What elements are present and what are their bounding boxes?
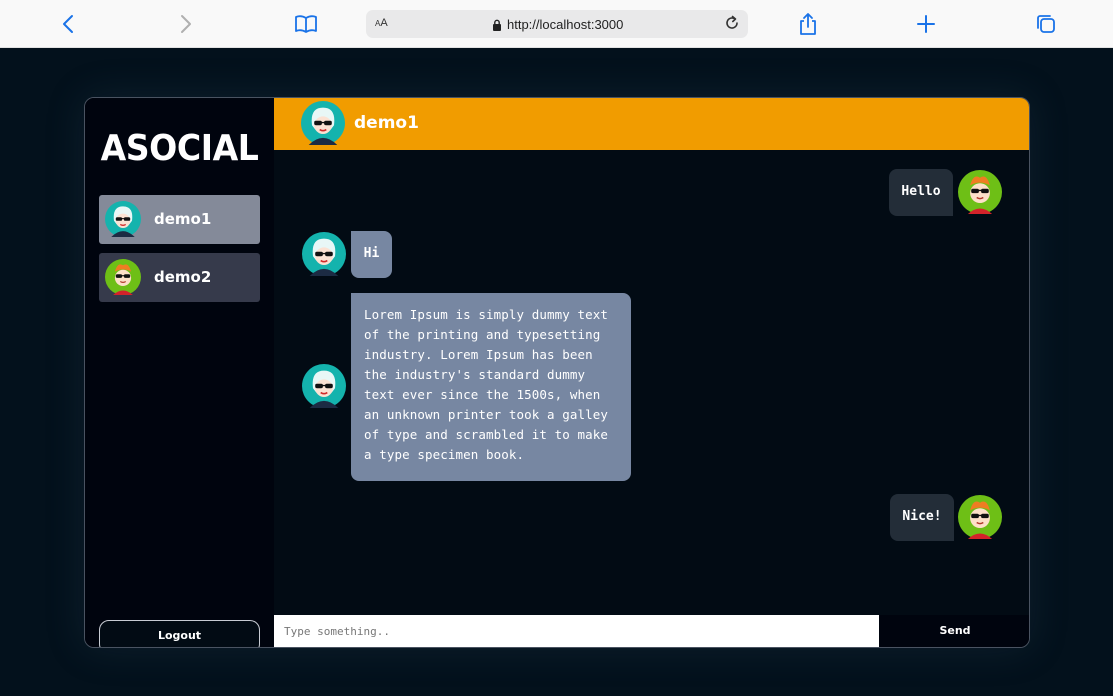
contact-name: demo1 [154, 210, 212, 228]
message-list: Hello Hi Lorem Ipsum is simply dummy tex… [274, 150, 1029, 615]
lock-icon [492, 17, 502, 36]
text-size-button[interactable]: AA [375, 17, 388, 29]
chat-app: ASOCIAL demo1 demo2 Logout demo1 Hello H… [84, 97, 1030, 648]
contact-item-demo2[interactable]: demo2 [99, 253, 260, 302]
logout-button[interactable]: Logout [99, 620, 260, 647]
share-icon[interactable] [796, 12, 820, 36]
orange-avatar-icon [958, 170, 1002, 218]
chat-header: demo1 [274, 98, 1029, 150]
brand-logo: ASOCIAL [100, 128, 259, 169]
reload-icon[interactable] [722, 13, 742, 37]
browser-toolbar: AA http://localhost:3000 [0, 0, 1113, 48]
message-input[interactable] [274, 615, 879, 647]
bookmarks-icon[interactable] [294, 12, 318, 36]
sidebar: ASOCIAL demo1 demo2 Logout [85, 98, 274, 647]
message-composer: Send [274, 615, 1029, 647]
chat-header-name: demo1 [354, 113, 419, 133]
teal-avatar-icon [301, 101, 345, 149]
tabs-icon[interactable] [1034, 12, 1058, 36]
message-bubble-incoming: Lorem Ipsum is simply dummy text of the … [351, 293, 631, 481]
message-bubble-outgoing: Nice! [890, 494, 954, 541]
send-button[interactable]: Send [879, 615, 1029, 647]
teal-avatar-icon [302, 364, 346, 412]
new-tab-icon[interactable] [914, 12, 938, 36]
contact-item-demo1[interactable]: demo1 [99, 195, 260, 244]
message-bubble-incoming: Hi [351, 231, 392, 278]
address-bar[interactable]: AA http://localhost:3000 [366, 10, 748, 38]
teal-avatar-icon [105, 201, 141, 241]
orange-avatar-icon [105, 259, 141, 299]
forward-icon[interactable] [174, 12, 198, 36]
url-text: http://localhost:3000 [507, 17, 624, 32]
back-icon[interactable] [56, 12, 80, 36]
orange-avatar-icon [958, 495, 1002, 543]
teal-avatar-icon [302, 232, 346, 280]
message-bubble-outgoing: Hello [889, 169, 953, 216]
contact-name: demo2 [154, 268, 212, 286]
